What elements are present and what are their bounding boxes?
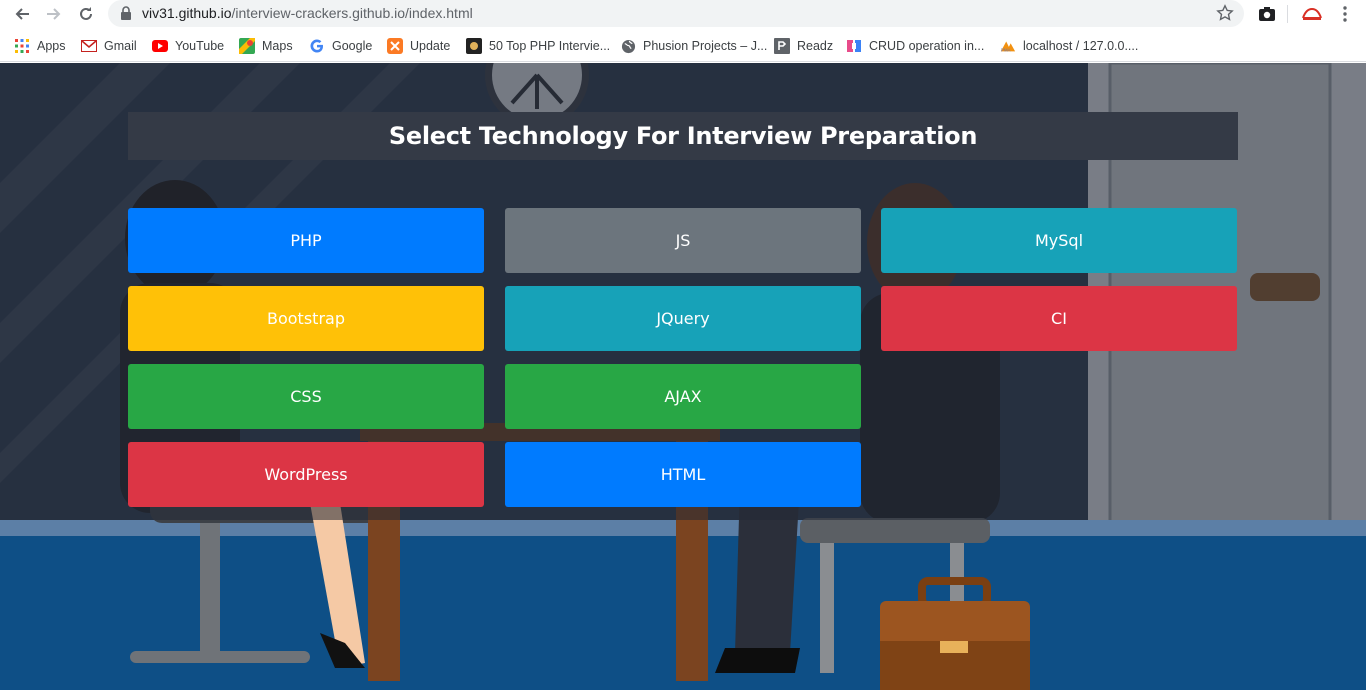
forward-button[interactable] <box>42 2 66 26</box>
youtube-icon <box>152 38 168 54</box>
globe-icon <box>620 38 636 54</box>
xampp-icon <box>387 38 403 54</box>
bookmark-php-interview[interactable]: 50 Top PHP Intervie... <box>466 36 610 56</box>
button-label: Bootstrap <box>267 309 345 328</box>
toolbar-divider <box>1287 5 1288 23</box>
url-host: viv31.github.io <box>142 5 232 21</box>
page-header: Select Technology For Interview Preparat… <box>128 112 1238 160</box>
browser-menu-button[interactable] <box>1333 3 1357 25</box>
browser-toolbar: viv31.github.io/interview-crackers.githu… <box>0 0 1366 28</box>
bookmark-gmail[interactable]: Gmail <box>81 36 137 56</box>
bookmarks-bar: Apps Gmail YouTube Maps Google Update 50… <box>0 30 1366 62</box>
reload-button[interactable] <box>74 2 98 26</box>
bookmark-google[interactable]: Google <box>309 36 372 56</box>
bookmark-phusion[interactable]: Phusion Projects – J... <box>620 36 767 56</box>
forward-arrow-icon <box>47 8 61 20</box>
mysql-button[interactable]: MySql <box>881 208 1237 273</box>
url-text: viv31.github.io/interview-crackers.githu… <box>142 5 473 21</box>
maps-icon <box>239 38 255 54</box>
button-label: HTML <box>660 465 706 484</box>
kebab-menu-icon <box>1343 6 1347 22</box>
bookmark-label: Apps <box>37 39 66 53</box>
js-button[interactable]: JS <box>505 208 861 273</box>
page-title: Select Technology For Interview Preparat… <box>388 122 978 150</box>
apps-grid-icon <box>14 38 30 54</box>
php-button[interactable]: PHP <box>128 208 484 273</box>
bookmark-maps[interactable]: Maps <box>239 36 293 56</box>
ci-button[interactable]: CI <box>881 286 1237 351</box>
button-label: CSS <box>290 387 322 406</box>
phpmyadmin-icon: PMA <box>1000 38 1016 54</box>
html-button[interactable]: HTML <box>505 442 861 507</box>
button-label: JS <box>675 231 691 250</box>
page-content: Select Technology For Interview Preparat… <box>0 63 1366 690</box>
bookmark-star-icon[interactable] <box>1216 4 1234 22</box>
extension-icon <box>1302 7 1322 20</box>
screenshot-extension-button[interactable] <box>1255 3 1279 25</box>
reload-icon <box>80 7 92 20</box>
bookmark-localhost[interactable]: PMA localhost / 127.0.0.... <box>1000 36 1138 56</box>
css-button[interactable]: CSS <box>128 364 484 429</box>
svg-text:PMA: PMA <box>1001 47 1011 52</box>
bookmark-apps[interactable]: Apps <box>14 36 66 56</box>
bootstrap-button[interactable]: Bootstrap <box>128 286 484 351</box>
button-label: WordPress <box>264 465 348 484</box>
gmail-icon <box>81 38 97 54</box>
ajax-button[interactable]: AJAX <box>505 364 861 429</box>
camera-icon <box>1259 7 1275 21</box>
bookmark-label: 50 Top PHP Intervie... <box>489 39 611 53</box>
bookmark-youtube[interactable]: YouTube <box>152 36 224 56</box>
bookmark-label: Maps <box>262 39 293 53</box>
wordpress-button[interactable]: WordPress <box>128 442 484 507</box>
back-arrow-icon <box>15 8 29 20</box>
button-label: AJAX <box>664 387 702 406</box>
lock-icon <box>121 6 131 20</box>
bookmark-label: Phusion Projects – J... <box>643 39 768 53</box>
site-icon <box>466 38 482 54</box>
button-label: PHP <box>290 231 322 250</box>
crud-icon <box>846 38 862 54</box>
button-label: CI <box>1051 309 1067 328</box>
jquery-button[interactable]: JQuery <box>505 286 861 351</box>
google-icon <box>309 38 325 54</box>
bookmark-label: YouTube <box>175 39 225 53</box>
bookmark-crud[interactable]: CRUD operation in... <box>846 36 984 56</box>
readz-icon <box>774 38 790 54</box>
bookmark-label: Update <box>410 39 451 53</box>
bookmark-label: localhost / 127.0.0.... <box>1023 39 1139 53</box>
button-label: JQuery <box>656 309 710 328</box>
bookmark-update[interactable]: Update <box>387 36 450 56</box>
button-label: MySql <box>1034 231 1084 250</box>
back-button[interactable] <box>10 2 34 26</box>
bookmark-readz[interactable]: Readz <box>774 36 833 56</box>
extension-button[interactable] <box>1300 3 1324 25</box>
url-path: /interview-crackers.github.io/index.html <box>231 5 473 21</box>
address-bar[interactable]: viv31.github.io/interview-crackers.githu… <box>108 0 1244 27</box>
bookmark-label: Google <box>332 39 373 53</box>
bookmark-label: Readz <box>797 39 834 53</box>
bookmark-label: CRUD operation in... <box>869 39 985 53</box>
bookmark-label: Gmail <box>104 39 137 53</box>
